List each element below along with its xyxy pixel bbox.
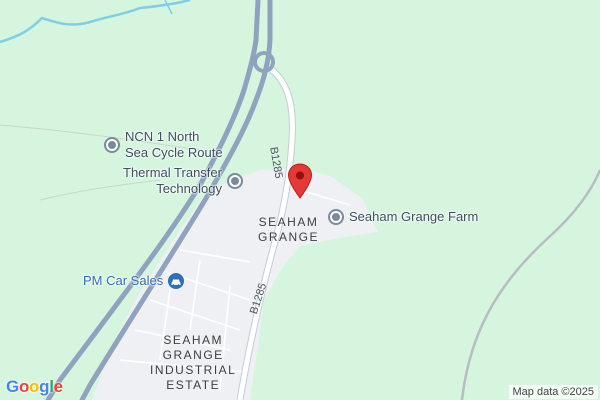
poi-thermal-transfer-technology[interactable]: Thermal Transfer Technology (123, 165, 244, 197)
google-logo-letter: g (39, 377, 50, 396)
google-logo-letter: o (29, 377, 40, 396)
place-pin-icon (328, 209, 344, 225)
google-logo: Google (6, 377, 63, 397)
place-pin-icon (104, 137, 120, 153)
place-pin-icon (226, 173, 243, 189)
poi-label: Thermal Transfer Technology (123, 165, 222, 196)
poi-label: Seaham Grange Farm (349, 209, 479, 224)
map-attribution[interactable]: Map data ©2025 (508, 385, 598, 399)
poi-ncn1-north-sea-cycle-route[interactable]: NCN 1 North Sea Cycle Route (103, 129, 223, 161)
google-logo-letter: o (18, 377, 30, 396)
poi-pm-car-sales[interactable]: PM Car Sales (83, 272, 185, 290)
map-canvas[interactable] (0, 0, 600, 400)
area-label-seaham-grange-industrial-estate: SEAHAM GRANGE INDUSTRIAL ESTATE (150, 333, 237, 392)
poi-seaham-grange-farm[interactable]: Seaham Grange Farm (327, 208, 478, 226)
google-logo-letter: G (6, 377, 19, 396)
poi-label: PM Car Sales (83, 273, 164, 288)
poi-label: NCN 1 North Sea Cycle Route (125, 129, 223, 160)
red-map-pin-icon[interactable] (287, 163, 313, 199)
car-dealer-icon (168, 273, 185, 289)
area-label-seaham-grange: SEAHAM GRANGE (258, 215, 320, 244)
google-logo-letter: e (53, 377, 63, 396)
